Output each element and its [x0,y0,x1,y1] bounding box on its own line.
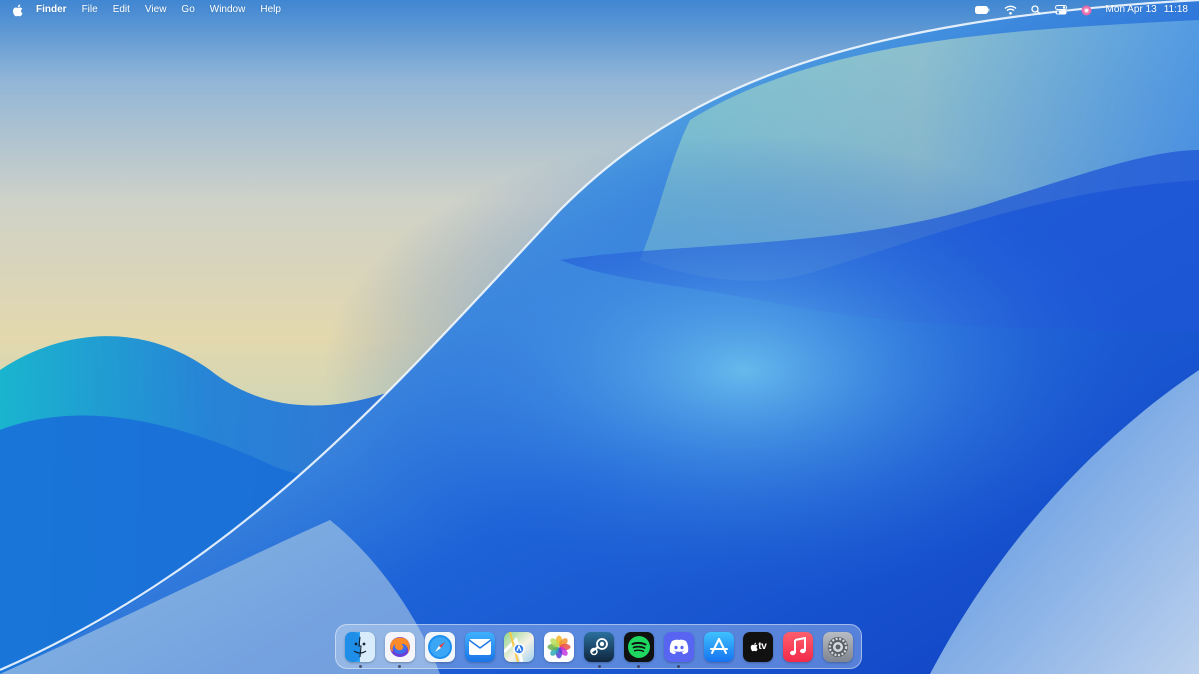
menu-go[interactable]: Go [181,0,194,20]
dock-app-safari[interactable] [424,631,455,662]
menu-help[interactable]: Help [260,0,281,20]
clock-time: 11:18 [1163,4,1188,15]
mail-icon [468,638,491,655]
safari-icon [427,634,452,659]
menu-app-name[interactable]: Finder [36,0,67,20]
menu-bar-right: Mon Apr 13 11:18 [961,0,1188,20]
menu-view[interactable]: View [145,0,167,20]
photos-icon [547,635,571,658]
dock-app-maps[interactable] [504,631,535,662]
battery-icon[interactable] [974,0,990,20]
wallpaper [0,0,1199,674]
dock-app-mail[interactable] [464,631,495,662]
running-indicator [637,664,641,668]
music-icon [790,636,807,655]
running-indicator [597,664,601,668]
dock: tv [335,624,862,669]
dock-app-finder[interactable] [345,631,375,668]
apple-tv-icon: tv [750,641,767,652]
dock-app-photos[interactable] [544,631,575,662]
dock-app-app-store[interactable] [703,631,734,662]
spotify-icon [627,635,650,658]
running-indicator [398,664,402,668]
finder-icon [345,631,367,662]
steam-icon [590,637,608,655]
maps-icon [504,631,526,662]
apple-tv-label: tv [758,641,767,652]
dock-app-discord[interactable] [663,631,694,668]
clock-date: Mon Apr 13 [1105,4,1157,15]
dock-app-music[interactable] [783,631,814,662]
menu-bar: Finder File Edit View Go Window Help Mon… [0,0,1199,20]
dock-app-system-settings[interactable] [823,631,854,662]
siri-icon[interactable] [1081,0,1092,20]
dock-app-apple-tv[interactable]: tv [743,631,774,662]
apple-logo-icon[interactable] [11,0,23,20]
menu-window[interactable]: Window [210,0,246,20]
menu-edit[interactable]: Edit [113,0,130,20]
search-icon[interactable] [1030,0,1041,20]
dock-app-steam[interactable] [584,631,615,668]
app-store-icon [709,637,728,654]
settings-icon [828,636,849,657]
desktop[interactable]: Finder File Edit View Go Window Help Mon… [0,0,1199,674]
control-center-icon[interactable] [1054,0,1067,20]
menu-bar-left: Finder File Edit View Go Window Help [0,0,296,20]
wifi-icon[interactable] [1004,0,1017,20]
menu-file[interactable]: File [82,0,98,20]
running-indicator [677,664,681,668]
dock-app-spotify[interactable] [623,631,654,668]
dock-app-firefox[interactable] [384,631,415,668]
firefox-icon [389,636,410,657]
menu-clock[interactable]: Mon Apr 13 11:18 [1106,0,1188,20]
discord-icon [669,639,688,654]
running-indicator [358,664,362,668]
